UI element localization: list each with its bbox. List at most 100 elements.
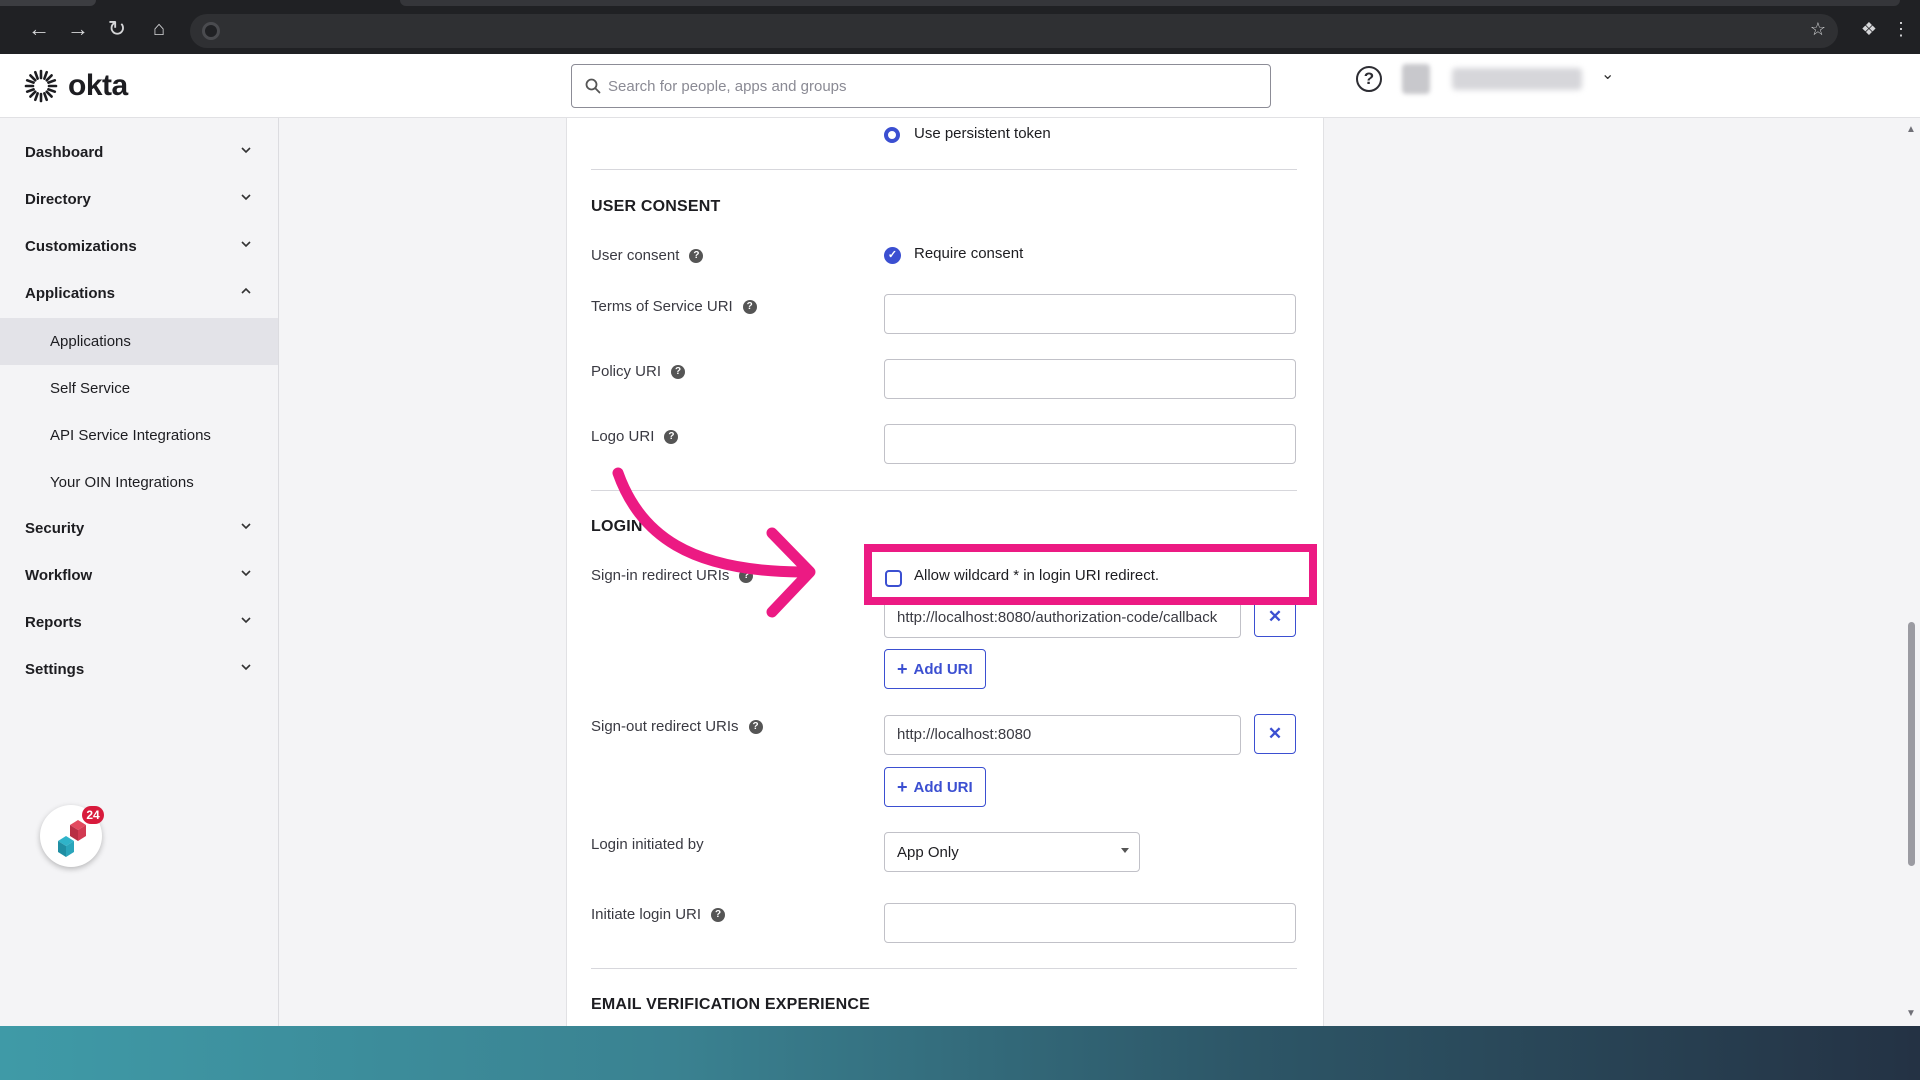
- browser-toolbar: ← → ↻ ⌂ ☆ ❖ ⋮: [0, 0, 1920, 54]
- reload-icon[interactable]: ↻: [104, 16, 130, 42]
- extensions-puzzle-icon[interactable]: ❖: [1856, 16, 1882, 42]
- address-bar[interactable]: [190, 14, 1838, 48]
- sidebar-item-customizations[interactable]: Customizations: [0, 224, 278, 271]
- browser-tab-strip: [400, 0, 1900, 6]
- allow-wildcard-checkbox[interactable]: [885, 570, 902, 587]
- chevron-down-icon: [241, 664, 251, 671]
- scroll-down-arrow-icon[interactable]: ▼: [1904, 1008, 1918, 1020]
- sidebar-item-directory[interactable]: Directory: [0, 177, 278, 224]
- login-initiated-by-value: App Only: [897, 844, 959, 861]
- scrollbar-thumb[interactable]: [1908, 622, 1915, 866]
- add-signin-uri-button[interactable]: + Add URI: [884, 649, 986, 689]
- okta-sunburst-icon: [24, 69, 58, 103]
- section-divider: [591, 968, 1297, 969]
- sidebar-item-workflow[interactable]: Workflow: [0, 553, 278, 600]
- bookmark-star-icon[interactable]: ☆: [1805, 16, 1831, 42]
- search-icon: [585, 78, 601, 94]
- remove-signout-uri-button[interactable]: ✕: [1254, 714, 1296, 754]
- user-avatar[interactable]: [1402, 64, 1430, 94]
- require-consent-label: Require consent: [914, 245, 1024, 262]
- caret-down-icon: [1121, 848, 1129, 853]
- help-tooltip-icon[interactable]: ?: [664, 429, 679, 444]
- logo-uri-input[interactable]: [884, 424, 1296, 464]
- logo-uri-label-text: Logo URI: [591, 428, 655, 445]
- user-consent-label-text: User consent: [591, 247, 680, 264]
- back-arrow-icon[interactable]: ←: [26, 16, 52, 42]
- sidebar-subitem-applications[interactable]: Applications: [0, 318, 278, 365]
- signout-redirect-label: Sign-out redirect URIs ?: [591, 718, 763, 735]
- site-info-icon[interactable]: [202, 22, 220, 40]
- sidebar-subitem-api-service-integrations[interactable]: API Service Integrations: [0, 412, 278, 459]
- sidebar-item-applications[interactable]: Applications: [0, 271, 278, 318]
- add-uri-label: Add URI: [913, 778, 973, 796]
- tos-uri-label: Terms of Service URI ?: [591, 298, 757, 315]
- help-tooltip-icon[interactable]: ?: [671, 364, 686, 379]
- sidebar-subitem-your-oin-integrations[interactable]: Your OIN Integrations: [0, 459, 278, 506]
- add-signout-uri-button[interactable]: + Add URI: [884, 767, 986, 807]
- email-verification-heading: EMAIL VERIFICATION EXPERIENCE: [591, 996, 871, 1013]
- sidebar-subitem-self-service[interactable]: Self Service: [0, 365, 278, 412]
- sidebar-subitem-label: Applications: [50, 333, 131, 350]
- annotation-arrow-icon: [612, 467, 816, 618]
- scroll-up-arrow-icon[interactable]: ▲: [1904, 124, 1918, 136]
- initiate-login-uri-input[interactable]: [884, 903, 1296, 943]
- plus-icon: +: [897, 776, 908, 797]
- sidebar-item-label: Workflow: [25, 567, 93, 584]
- user-consent-heading: USER CONSENT: [591, 198, 721, 215]
- sidebar-item-label: Applications: [25, 285, 116, 302]
- bottom-gradient-band: [0, 1026, 1920, 1080]
- user-menu-chevron-down-icon[interactable]: ⌄: [1601, 64, 1614, 84]
- okta-wordmark: okta: [68, 69, 128, 102]
- okta-logo[interactable]: okta: [24, 68, 128, 104]
- help-icon[interactable]: ?: [1356, 66, 1382, 92]
- persistent-token-label: Use persistent token: [914, 125, 1051, 142]
- forward-arrow-icon[interactable]: →: [65, 16, 91, 42]
- sidebar-item-label: Dashboard: [25, 144, 104, 161]
- browser-tab[interactable]: [0, 0, 96, 6]
- sidebar-subitem-label: Self Service: [50, 380, 131, 397]
- wildcard-highlight-callout: Allow wildcard * in login URI redirect.: [864, 544, 1317, 605]
- notification-count-badge: 24: [82, 806, 104, 824]
- section-divider: [591, 169, 1297, 170]
- sidebar-item-settings[interactable]: Settings: [0, 647, 278, 694]
- sidebar-item-reports[interactable]: Reports: [0, 600, 278, 647]
- help-tooltip-icon[interactable]: ?: [689, 248, 704, 263]
- initiate-login-uri-label-text: Initiate login URI: [591, 906, 702, 923]
- login-initiated-by-label-text: Login initiated by: [591, 836, 704, 853]
- help-tooltip-icon[interactable]: ?: [711, 907, 726, 922]
- sidebar-subitem-label: Your OIN Integrations: [50, 474, 194, 491]
- scrollbar[interactable]: [1902, 118, 1920, 1026]
- global-search[interactable]: [571, 64, 1271, 108]
- browser-menu-icon[interactable]: ⋮: [1888, 16, 1914, 42]
- signout-redirect-uri-input[interactable]: http://localhost:8080: [884, 715, 1241, 755]
- sidebar-item-label: Settings: [25, 661, 85, 678]
- policy-uri-input[interactable]: [884, 359, 1296, 399]
- sidebar-item-dashboard[interactable]: Dashboard: [0, 130, 278, 177]
- app-header: okta ? ⌄: [0, 54, 1920, 118]
- tos-uri-input[interactable]: [884, 294, 1296, 334]
- tos-uri-label-text: Terms of Service URI: [591, 298, 733, 315]
- sidebar-nav: Dashboard Directory Customizations Appli…: [0, 118, 279, 1026]
- help-tooltip-icon[interactable]: ?: [748, 719, 763, 734]
- search-input[interactable]: [608, 73, 1248, 99]
- help-tooltip-icon[interactable]: ?: [742, 299, 757, 314]
- login-initiated-by-label: Login initiated by: [591, 836, 704, 853]
- require-consent-checkbox[interactable]: ✓: [884, 247, 901, 264]
- login-initiated-by-select[interactable]: App Only: [884, 832, 1140, 872]
- chevron-down-icon: [241, 617, 251, 624]
- persistent-token-radio[interactable]: [884, 127, 900, 143]
- chevron-down-icon: [241, 570, 251, 577]
- signout-redirect-label-text: Sign-out redirect URIs: [591, 718, 739, 735]
- user-name-redacted[interactable]: [1452, 68, 1582, 90]
- add-uri-label: Add URI: [913, 660, 973, 678]
- logo-uri-label: Logo URI ?: [591, 428, 679, 445]
- chevron-down-icon: [241, 241, 251, 248]
- sidebar-item-label: Security: [25, 520, 85, 537]
- chevron-down-icon: [241, 147, 251, 154]
- plus-icon: +: [897, 658, 908, 679]
- sidebar-item-label: Directory: [25, 191, 91, 208]
- initiate-login-uri-label: Initiate login URI ?: [591, 906, 726, 923]
- sidebar-item-security[interactable]: Security: [0, 506, 278, 553]
- home-icon[interactable]: ⌂: [146, 16, 172, 42]
- chevron-up-icon: [241, 287, 251, 294]
